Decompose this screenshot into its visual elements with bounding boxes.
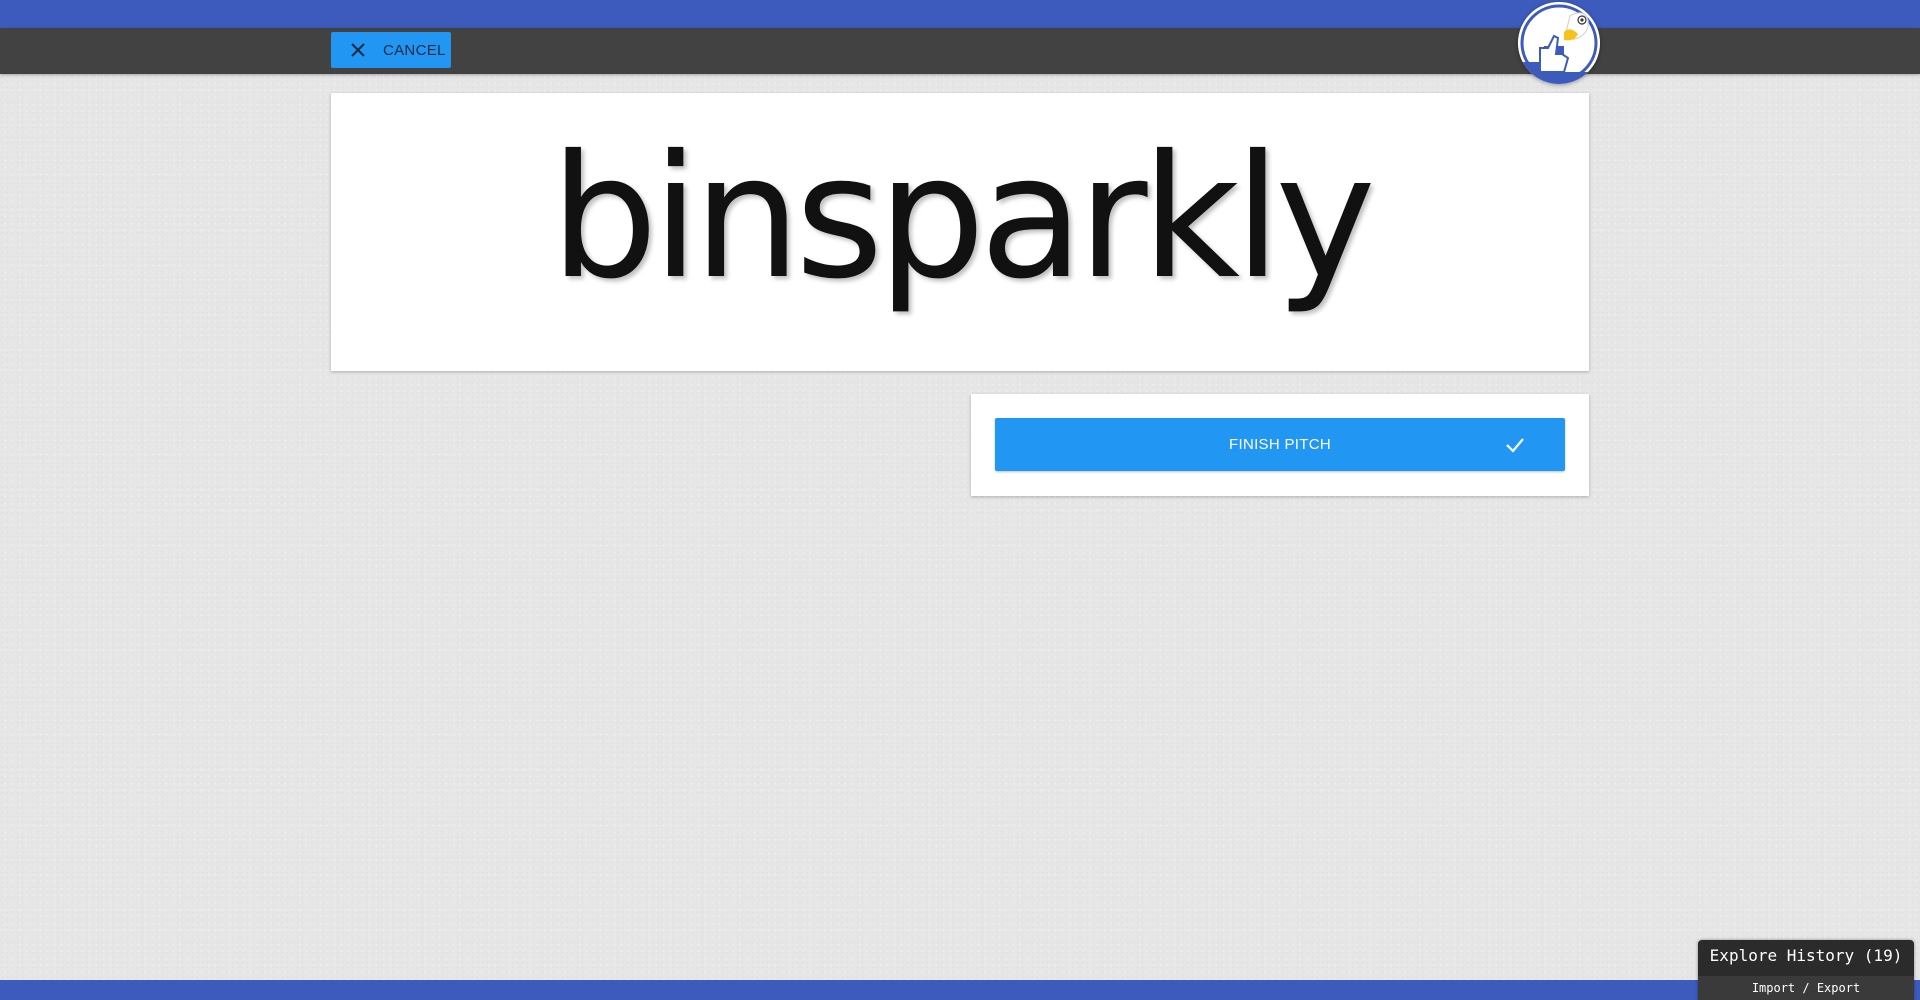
check-icon <box>1505 435 1525 455</box>
finish-pitch-button[interactable]: FINISH PITCH <box>995 418 1565 471</box>
close-icon <box>349 41 367 59</box>
pitch-word: binsparkly <box>550 119 1376 317</box>
bottom-accent-bar <box>0 980 1920 1000</box>
cancel-label: CANCEL <box>383 41 446 59</box>
top-accent-bar <box>0 0 1920 28</box>
import-export-button[interactable]: Import / Export <box>1698 976 1914 1000</box>
history-panel: Explore History (19) Import / Export <box>1698 940 1914 1000</box>
duck-thumbs-up-icon <box>1518 2 1600 84</box>
action-card: FINISH PITCH <box>971 394 1589 496</box>
cancel-button[interactable]: CANCEL <box>331 32 451 68</box>
word-card: binsparkly <box>331 93 1589 371</box>
finish-pitch-label: FINISH PITCH <box>1229 436 1331 453</box>
explore-history-button[interactable]: Explore History (19) <box>1698 946 1914 965</box>
toolbar <box>0 28 1920 74</box>
mascot-avatar[interactable] <box>1518 2 1600 84</box>
